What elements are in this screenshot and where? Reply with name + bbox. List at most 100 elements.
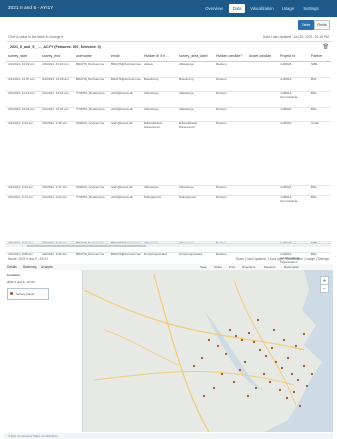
survey-point[interactable]: [264, 354, 268, 358]
survey-point[interactable]: [243, 360, 247, 364]
table-row[interactable]: 4/1/2021, 11:14 am 4/1/2021, 12:21 am VTWH…: [6, 91, 331, 108]
table-cell[interactable]: 4-00021: [280, 186, 308, 190]
table-cell[interactable]: BRAHS_Bortsamme: [76, 63, 108, 67]
survey-point[interactable]: [290, 372, 294, 376]
survey-point[interactable]: [294, 344, 298, 348]
survey-point[interactable]: [254, 386, 258, 390]
table-cell[interactable]: Andet: [311, 122, 331, 126]
survey-point[interactable]: [232, 380, 236, 384]
zoom-out-button[interactable]: −: [320, 284, 329, 293]
survey-point[interactable]: [268, 380, 272, 384]
table-row[interactable]: 4/1/2021, 2:44 pm 4/1/2021, 2:45 pm ANDRS_…: [6, 121, 331, 186]
table-cell[interactable]: BSL: [311, 186, 331, 190]
map-tool-share[interactable]: Share: [214, 265, 222, 269]
survey-point[interactable]: [246, 394, 250, 398]
survey-point[interactable]: [278, 388, 282, 392]
map-tool-directions[interactable]: Directions: [242, 265, 255, 269]
table-cell[interactable]: Afkwænge: [144, 108, 176, 112]
survey-point[interactable]: [258, 348, 262, 352]
survey-point[interactable]: [238, 368, 242, 372]
table-cell[interactable]: 4-00018: [280, 63, 308, 67]
table-cell[interactable]: NIBL: [311, 63, 331, 67]
table-cell[interactable]: Reduce: [216, 196, 246, 200]
map-tool-bookmarks[interactable]: Bookmarks: [284, 265, 299, 269]
table-cell[interactable]: 4-00018: [280, 78, 308, 82]
table-cell[interactable]: Afkwænge: [144, 186, 176, 190]
column-header[interactable]: Partner: [311, 54, 331, 58]
table-cell[interactable]: VTWHS_Redsamme: [76, 92, 108, 96]
table-cell[interactable]: Basekning: [144, 78, 176, 82]
table-cell[interactable]: Reduce: [216, 63, 246, 67]
table-cell[interactable]: BRAHS_Bortsamme: [76, 78, 108, 82]
table-cell[interactable]: Reduce: [216, 78, 246, 82]
survey-point[interactable]: [305, 384, 309, 388]
table-cell[interactable]: 4/1/2021, 2:44 pm: [8, 186, 38, 190]
survey-point[interactable]: [262, 372, 266, 376]
survey-point[interactable]: [247, 331, 251, 335]
table-cell[interactable]: Reduce: [216, 186, 246, 190]
survey-point[interactable]: [207, 338, 211, 342]
table-horizontal-scrollbar[interactable]: [6, 243, 331, 247]
column-header[interactable]: email: [111, 54, 141, 58]
survey-point[interactable]: [282, 338, 286, 342]
nav-tab-settings[interactable]: Settings: [300, 4, 322, 13]
table-cell[interactable]: 4/1/2021, 11:07 am: [8, 78, 38, 82]
table-cell[interactable]: Afkwænge: [144, 92, 176, 96]
map-tab-analysis[interactable]: Analysis: [41, 265, 53, 269]
fields-view-button[interactable]: Fields: [314, 20, 330, 30]
survey-point[interactable]: [200, 356, 204, 360]
table-cell[interactable]: Afkwænge: [179, 108, 213, 112]
table-cell[interactable]: 4/1/2021, 2:14 pm: [8, 196, 38, 200]
table-cell[interactable]: 4-00019 Gummipinde: [280, 196, 308, 204]
map-tool-print[interactable]: Print: [229, 265, 235, 269]
table-cell[interactable]: VTWHS_Redsamme: [76, 196, 108, 200]
table-cell[interactable]: andr@basek.dk: [111, 122, 141, 126]
table-cell[interactable]: Elflandsbasis Klesemund: [144, 122, 176, 130]
nav-tab-usage[interactable]: Usage: [280, 4, 296, 13]
table-cell[interactable]: vtwh@basek.dk: [111, 92, 141, 96]
column-header[interactable]: Projekt nr.: [280, 54, 308, 58]
table-cell[interactable]: ANDRS_Andsamme: [76, 186, 108, 190]
survey-point[interactable]: [240, 338, 244, 342]
table-cell[interactable]: Reduce: [216, 92, 246, 96]
survey-point[interactable]: [252, 340, 256, 344]
scrollbar-thumb[interactable]: [26, 244, 146, 247]
table-cell[interactable]: VTWHS_Redsamme: [76, 108, 108, 112]
survey-point[interactable]: [302, 332, 306, 336]
column-header[interactable]: Andet område: [249, 54, 275, 58]
survey-point[interactable]: [216, 344, 220, 348]
table-cell[interactable]: vtwh@basek.dk: [111, 108, 141, 112]
table-cell[interactable]: Basekning: [179, 78, 213, 82]
column-header[interactable]: survey_area_label: [179, 54, 213, 58]
table-cell[interactable]: BSL: [311, 196, 331, 200]
table-cell[interactable]: 4/1/2021, 12:21 am: [42, 92, 72, 96]
table-row[interactable]: 4/1/2021, 12:04 pm 4/1/2021, 12:01 pm VTWH…: [6, 107, 331, 122]
table-cell[interactable]: 4/1/2021, 12:04 pm: [42, 63, 72, 67]
map-tool-measure[interactable]: Measure: [264, 265, 276, 269]
table-cell[interactable]: 4/1/2021, 2:44 pm: [8, 122, 38, 126]
survey-point[interactable]: [234, 334, 238, 338]
map-tab-details[interactable]: Details: [7, 265, 17, 269]
layer-item[interactable]: 2021 II and 5 - AYI1Y: [7, 280, 35, 284]
table-cell[interactable]: 4/1/2021, 12:08 am: [42, 78, 72, 82]
table-cell[interactable]: Afkwænge: [179, 63, 213, 67]
table-cell[interactable]: 4/1/2021, 11:14 am: [8, 92, 38, 96]
table-cell[interactable]: Afkwænge: [179, 186, 213, 190]
map-tab-basemap[interactable]: Basemap: [23, 265, 36, 269]
survey-point[interactable]: [202, 394, 206, 398]
survey-point[interactable]: [302, 364, 306, 368]
table-cell[interactable]: Palingsporte: [144, 196, 176, 200]
survey-point[interactable]: [286, 356, 290, 360]
table-cell[interactable]: 4/1/2021, 2:45 pm: [42, 122, 72, 126]
survey-point[interactable]: [270, 346, 274, 350]
survey-point[interactable]: [285, 396, 289, 400]
column-header[interactable]: survey_end: [42, 54, 72, 58]
table-cell[interactable]: vtwh@basek.dk: [111, 196, 141, 200]
nav-tab-overview[interactable]: Overview: [203, 4, 225, 13]
table-cell[interactable]: Elflandsbasis Klesemund: [179, 122, 213, 130]
table-cell[interactable]: 4-00020: [280, 122, 308, 126]
table-row[interactable]: 4/1/2021, 12:02 pm 4/1/2021, 12:04 pm BRAH…: [6, 62, 331, 78]
table-cell[interactable]: 4/1/2021, 12:01 pm: [42, 108, 72, 112]
nav-tab-visualization[interactable]: Visualization: [249, 4, 275, 13]
survey-point[interactable]: [296, 378, 300, 382]
